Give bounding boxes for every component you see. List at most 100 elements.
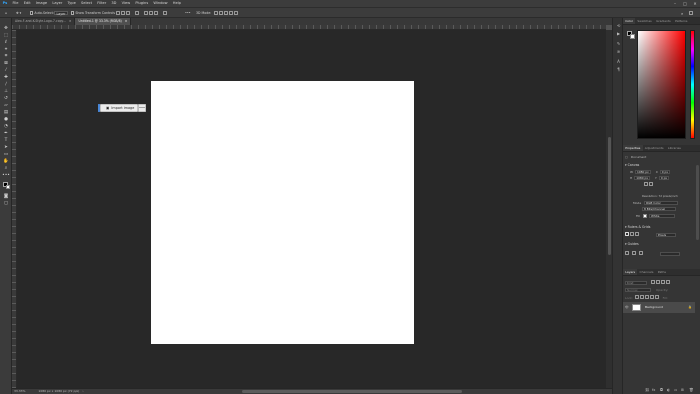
status-more-arrow[interactable]: ›: [82, 389, 83, 393]
eyedropper-tool-icon[interactable]: ⁄: [3, 68, 10, 74]
home-icon[interactable]: ⌂: [5, 10, 7, 16]
3d-slide-icon[interactable]: [229, 11, 233, 15]
healing-brush-tool-icon[interactable]: ✚: [3, 75, 10, 81]
menu-edit[interactable]: Edit: [21, 0, 33, 7]
auto-select-dropdown[interactable]: Layer: [54, 10, 68, 16]
tab-properties[interactable]: Properties: [623, 145, 643, 151]
tab-libraries[interactable]: Libraries: [666, 145, 683, 151]
guides-add-icon[interactable]: [638, 251, 643, 255]
rulers-grids-section-header[interactable]: ▾ Rulers & Grids: [625, 225, 650, 229]
portrait-icon[interactable]: [644, 182, 648, 186]
background-color-swatch[interactable]: [5, 184, 10, 189]
x-field[interactable]: 0 px: [659, 170, 671, 174]
rectangle-tool-icon[interactable]: ▭: [3, 152, 10, 158]
filter-adjust-icon[interactable]: [655, 280, 660, 284]
hand-tool-icon[interactable]: ✋: [3, 159, 10, 165]
menu-plugins[interactable]: Plugins: [133, 0, 151, 7]
align-left-icon[interactable]: [116, 11, 120, 15]
marquee-tool-icon[interactable]: ⬚: [3, 33, 10, 39]
frame-tool-icon[interactable]: ⊠: [3, 61, 10, 67]
tab-channels[interactable]: Channels: [637, 269, 655, 275]
character-icon[interactable]: A: [615, 59, 622, 64]
screen-mode-icon[interactable]: ▢: [3, 201, 10, 207]
height-field[interactable]: 1080 px: [634, 176, 651, 180]
vertical-scrollbar-thumb[interactable]: [607, 137, 611, 255]
tab-close-icon[interactable]: ×: [69, 19, 72, 23]
blend-mode-dropdown[interactable]: Normal: [625, 288, 651, 292]
menu-image[interactable]: Image: [33, 0, 49, 7]
document-canvas[interactable]: [151, 81, 414, 344]
3d-scale-icon[interactable]: [234, 11, 238, 15]
move-tool-icon[interactable]: ✥: [3, 26, 10, 32]
more-tools-icon[interactable]: •••: [2, 173, 10, 179]
filter-pixel-icon[interactable]: [650, 280, 655, 284]
filter-type-icon[interactable]: [660, 280, 665, 284]
menu-view[interactable]: View: [119, 0, 133, 7]
app-logo-icon[interactable]: Ps: [0, 0, 10, 7]
import-image-button[interactable]: ▣ Import image: [100, 104, 138, 112]
actions-icon[interactable]: ▶: [615, 31, 622, 36]
menu-layer[interactable]: Layer: [50, 0, 65, 7]
hue-slider[interactable]: [690, 30, 695, 139]
zoom-level[interactable]: 33.33%: [14, 389, 25, 393]
lock-all-icon[interactable]: [654, 295, 659, 299]
tab-color[interactable]: Color: [623, 18, 636, 24]
mode-dropdown[interactable]: RGB Color: [644, 201, 679, 205]
distribute-vertical-icon[interactable]: [163, 11, 167, 15]
tab-layers[interactable]: Layers: [623, 269, 638, 275]
guides-visibility-icon[interactable]: [625, 251, 629, 255]
layer-kind-dropdown[interactable]: Kind: [625, 281, 647, 285]
more-options-button[interactable]: •••: [185, 10, 191, 16]
adjustment-layer-icon[interactable]: ◐: [667, 388, 670, 392]
dodge-tool-icon[interactable]: ◔: [3, 124, 10, 130]
lock-pixels-icon[interactable]: [639, 295, 644, 299]
3d-drag-icon[interactable]: [224, 11, 228, 15]
clone-stamp-tool-icon[interactable]: ⊥: [3, 89, 10, 95]
layer-style-icon[interactable]: fx: [652, 388, 655, 392]
move-tool-preset-icon[interactable]: ✥ ▾: [16, 10, 21, 16]
layer-visibility-icon[interactable]: 👁: [625, 305, 629, 309]
lock-position-icon[interactable]: [644, 295, 649, 299]
bit-depth-dropdown[interactable]: 8 Bits/Channel: [642, 207, 676, 211]
brushes-icon[interactable]: ≋: [615, 49, 622, 54]
taskbar-more-button[interactable]: •••: [138, 104, 146, 112]
zoom-tool-icon[interactable]: ⌕: [3, 166, 10, 172]
delete-layer-icon[interactable]: 🗑: [689, 388, 694, 392]
align-bottom-icon[interactable]: [149, 11, 153, 15]
guides-lock-icon[interactable]: [631, 251, 636, 255]
align-middle-icon[interactable]: [144, 11, 148, 15]
tab-adjustments[interactable]: Adjustments: [643, 145, 666, 151]
pixel-grid-icon[interactable]: [634, 232, 639, 236]
link-layers-icon[interactable]: ⛓: [645, 388, 650, 392]
object-selection-tool-icon[interactable]: ⌖: [3, 47, 10, 53]
show-transform-checkbox[interactable]: [71, 11, 75, 15]
tab-logo-document[interactable]: Alex-F-and-K-Style-Logo-7-copy... ×: [12, 18, 76, 25]
layer-name[interactable]: Background: [645, 305, 663, 309]
menu-window[interactable]: Window: [151, 0, 170, 7]
horizontal-scrollbar-thumb[interactable]: [242, 389, 462, 393]
blur-tool-icon[interactable]: ●: [3, 117, 10, 123]
paragraph-icon[interactable]: ¶: [615, 67, 622, 72]
menu-help[interactable]: Help: [170, 0, 183, 7]
history-brush-tool-icon[interactable]: ↺: [3, 96, 10, 102]
fill-dropdown[interactable]: White: [648, 214, 675, 218]
auto-select-checkbox[interactable]: [30, 11, 34, 15]
type-tool-icon[interactable]: T: [3, 138, 10, 144]
fill-color-swatch[interactable]: [642, 214, 647, 218]
color-panel-background-swatch[interactable]: [629, 33, 635, 39]
gradient-tool-icon[interactable]: ▤: [3, 110, 10, 116]
guides-color-dropdown[interactable]: [659, 252, 680, 256]
grid-toggle-icon[interactable]: [629, 232, 634, 236]
history-icon[interactable]: ⟲: [615, 23, 622, 28]
color-field[interactable]: [637, 30, 686, 139]
align-center-icon[interactable]: [121, 11, 125, 15]
properties-scrollbar-thumb[interactable]: [696, 165, 699, 240]
3d-roll-icon[interactable]: [219, 11, 223, 15]
tab-swatches[interactable]: Swatches: [635, 18, 654, 24]
path-selection-tool-icon[interactable]: ➤: [3, 145, 10, 151]
pen-tool-icon[interactable]: ✒: [3, 131, 10, 137]
maximize-button[interactable]: □: [680, 0, 690, 7]
menu-select[interactable]: Select: [78, 0, 94, 7]
y-field[interactable]: 0 px: [658, 176, 670, 180]
workspace-icon[interactable]: [689, 10, 693, 16]
